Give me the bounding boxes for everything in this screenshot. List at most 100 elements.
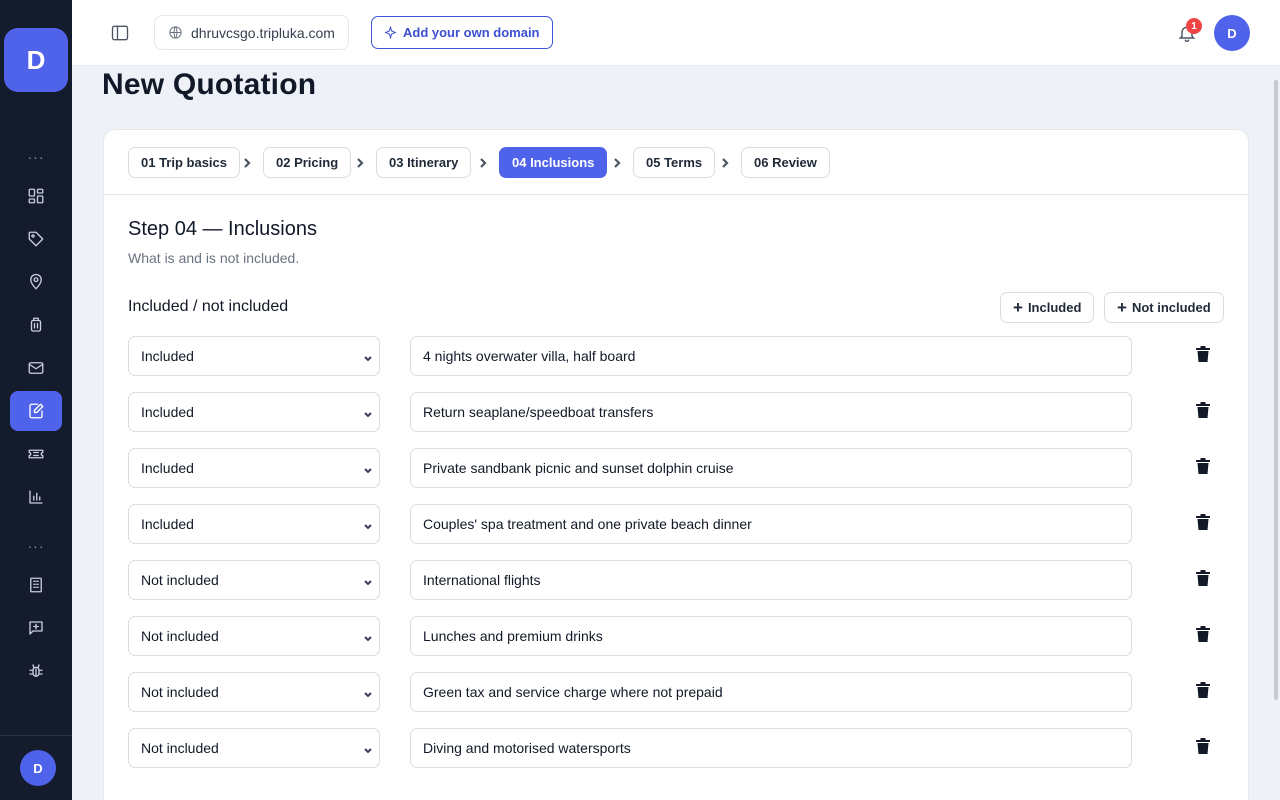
step-itinerary[interactable]: 03 Itinerary [376, 147, 472, 178]
sidebar-item-tickets[interactable] [10, 434, 62, 474]
add-domain-label: Add your own domain [403, 25, 540, 40]
ticket-icon [28, 449, 44, 459]
status-select[interactable]: Included [128, 392, 380, 432]
step-inclusions[interactable]: 04 Inclusions [499, 147, 608, 178]
trash-icon [1196, 458, 1210, 474]
inclusion-text-input[interactable]: Diving and motorised watersports [410, 728, 1132, 768]
step-review[interactable]: 06 Review [741, 147, 830, 178]
status-select[interactable]: Not included [128, 616, 380, 656]
status-select[interactable]: Not included [128, 560, 380, 600]
luggage-icon [30, 317, 42, 332]
page-title: New Quotation [102, 68, 317, 101]
status-value: Included [141, 516, 194, 532]
status-select[interactable]: Not included [128, 672, 380, 712]
delete-row-button[interactable] [1196, 682, 1212, 700]
mail-icon [28, 362, 44, 374]
trash-icon [1196, 682, 1210, 698]
nav-group-more-icon: ··· [27, 538, 45, 554]
map-pin-icon [30, 273, 42, 290]
status-select[interactable]: Included [128, 504, 380, 544]
sidebar-avatar[interactable]: D [20, 750, 56, 786]
sidebar-item-company[interactable] [10, 565, 62, 605]
chevron-right-icon [478, 156, 488, 168]
tag-icon [28, 231, 44, 247]
chevron-right-icon [355, 156, 365, 168]
trash-icon [1196, 402, 1210, 418]
plus-icon: + [1013, 298, 1023, 317]
edit-document-icon [29, 403, 44, 419]
topbar: dhruvcsgo.tripluka.com Add your own doma… [72, 0, 1280, 66]
delete-row-button[interactable] [1196, 402, 1212, 420]
add-included-button[interactable]: + Included [1000, 292, 1095, 323]
inclusion-text-input[interactable]: Lunches and premium drinks [410, 616, 1132, 656]
page-scrollbar[interactable] [1272, 40, 1280, 800]
chevron-down-icon [363, 351, 373, 362]
status-value: Included [141, 404, 194, 420]
chevron-down-icon [363, 463, 373, 474]
section-title: Included / not included [128, 298, 289, 315]
sidebar-item-messages[interactable] [10, 348, 62, 388]
status-value: Included [141, 348, 194, 364]
inclusion-text-input[interactable]: Private sandbank picnic and sunset dolph… [410, 448, 1132, 488]
inclusion-row: Not included International flights [104, 560, 1248, 600]
step-pricing[interactable]: 02 Pricing [263, 147, 352, 178]
inclusion-text-input[interactable]: International flights [410, 560, 1132, 600]
notification-badge: 1 [1186, 18, 1202, 34]
status-select[interactable]: Not included [128, 728, 380, 768]
sidebar-toggle-button[interactable] [108, 22, 132, 44]
delete-row-button[interactable] [1196, 458, 1212, 476]
chevron-down-icon [363, 743, 373, 754]
sidebar-item-trips[interactable] [10, 305, 62, 345]
trash-icon [1196, 738, 1210, 754]
chevron-right-icon [720, 156, 730, 168]
sidebar-item-dashboard[interactable] [10, 176, 62, 216]
step-terms[interactable]: 05 Terms [633, 147, 716, 178]
sidebar-item-quotations[interactable] [10, 391, 62, 431]
inclusion-row: Not included Lunches and premium drinks [104, 616, 1248, 656]
status-select[interactable]: Included [128, 448, 380, 488]
chevron-right-icon [612, 156, 622, 168]
delete-row-button[interactable] [1196, 570, 1212, 588]
status-value: Not included [141, 572, 219, 588]
globe-icon [169, 26, 182, 39]
sidebar-item-reports[interactable] [10, 477, 62, 517]
sidebar-divider [0, 735, 72, 736]
scrollbar-thumb[interactable] [1274, 80, 1278, 700]
dashboard-icon [28, 188, 44, 204]
trash-icon [1196, 570, 1210, 586]
quotation-card: 01 Trip basics 02 Pricing 03 Itinerary 0… [103, 129, 1249, 800]
inclusion-text-input[interactable]: Return seaplane/speedboat transfers [410, 392, 1132, 432]
inclusion-row: Included Private sandbank picnic and sun… [104, 448, 1248, 488]
inclusion-text-input[interactable]: 4 nights overwater villa, half board [410, 336, 1132, 376]
status-value: Not included [141, 684, 219, 700]
sidebar-item-feedback[interactable] [10, 608, 62, 648]
status-value: Included [141, 460, 194, 476]
inclusion-row: Not included Diving and motorised waters… [104, 728, 1248, 768]
inclusion-text-input[interactable]: Green tax and service charge where not p… [410, 672, 1132, 712]
chevron-down-icon [363, 631, 373, 642]
status-value: Not included [141, 628, 219, 644]
notifications-button[interactable]: 1 [1176, 18, 1202, 44]
message-plus-icon [29, 621, 43, 635]
app-logo[interactable]: D [4, 28, 68, 92]
bug-icon [29, 664, 43, 677]
user-avatar[interactable]: D [1214, 15, 1250, 51]
sidebar-item-tags[interactable] [10, 219, 62, 259]
domain-text: dhruvcsgo.tripluka.com [191, 24, 335, 41]
sidebar-item-destinations[interactable] [10, 262, 62, 302]
inclusion-text-input[interactable]: Couples' spa treatment and one private b… [410, 504, 1132, 544]
delete-row-button[interactable] [1196, 346, 1212, 364]
domain-pill[interactable]: dhruvcsgo.tripluka.com [154, 15, 349, 50]
delete-row-button[interactable] [1196, 514, 1212, 532]
sparkle-icon [384, 26, 397, 39]
add-domain-button[interactable]: Add your own domain [371, 16, 553, 49]
add-included-label: Included [1027, 300, 1082, 315]
sidebar-item-bug-report[interactable] [10, 651, 62, 691]
add-not-included-button[interactable]: + Not included [1104, 292, 1224, 323]
step-trip-basics[interactable]: 01 Trip basics [128, 147, 240, 178]
status-select[interactable]: Included [128, 336, 380, 376]
delete-row-button[interactable] [1196, 626, 1212, 644]
chevron-right-icon [242, 156, 252, 168]
delete-row-button[interactable] [1196, 738, 1212, 756]
chevron-down-icon [363, 407, 373, 418]
